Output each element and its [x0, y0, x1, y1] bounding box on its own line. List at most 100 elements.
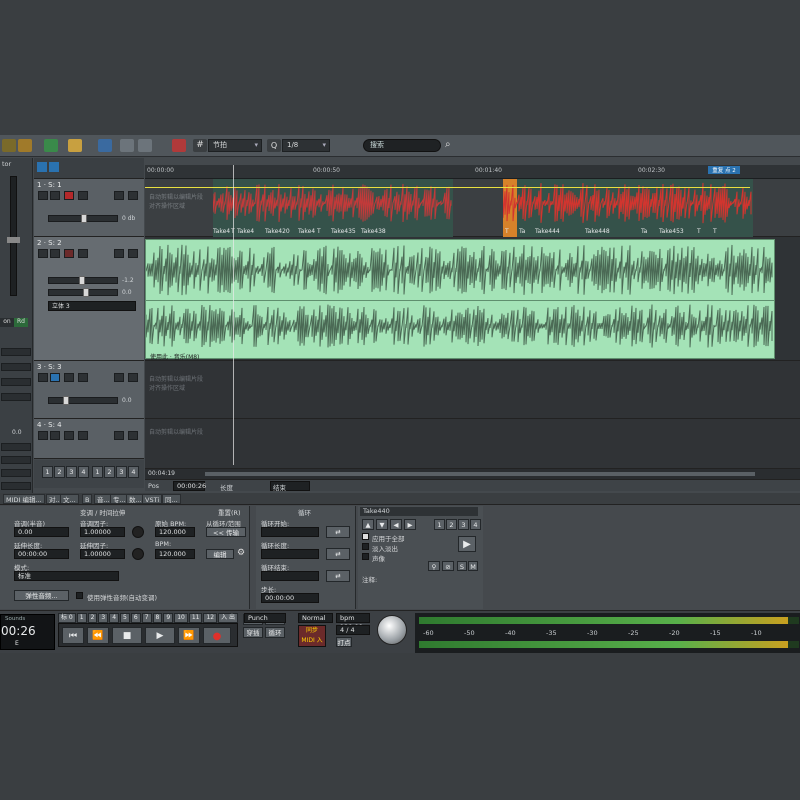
- rewind-icon[interactable]: ⏪: [87, 627, 109, 644]
- marker-button[interactable]: 4: [109, 613, 120, 623]
- settings-gear-icon[interactable]: [128, 249, 138, 258]
- bpm-field[interactable]: 120.000: [155, 549, 195, 559]
- mute-button[interactable]: [38, 191, 48, 200]
- inspector-slot[interactable]: [1, 378, 31, 386]
- take-number-button[interactable]: 2: [446, 519, 457, 530]
- fader-knob[interactable]: [79, 276, 85, 285]
- tap-button[interactable]: 打点: [336, 637, 352, 647]
- fx-button[interactable]: [114, 431, 124, 440]
- marker-button[interactable]: 12: [203, 613, 218, 623]
- track-lane-3[interactable]: 自动剪辑以编辑片段 对齐操作区域: [145, 361, 800, 419]
- settings-gear-icon[interactable]: [128, 191, 138, 200]
- take-label[interactable]: T: [317, 228, 321, 235]
- step-field[interactable]: 00:00:00: [261, 593, 319, 603]
- fx-button[interactable]: [114, 249, 124, 258]
- track-header-2[interactable]: 2 · S: 2 -1.2 0.0 立体 3: [34, 237, 144, 361]
- arrow-down-icon[interactable]: ▼: [376, 519, 388, 530]
- record-icon[interactable]: ●: [203, 627, 231, 644]
- fx-button[interactable]: [114, 191, 124, 200]
- solo-button[interactable]: [50, 249, 60, 258]
- delete-icon[interactable]: ⊘: [442, 561, 454, 571]
- arrow-up-icon[interactable]: ▲: [362, 519, 374, 530]
- loop-end-arrow[interactable]: ⇄: [326, 570, 350, 582]
- pitch-field[interactable]: 0.00: [14, 527, 69, 537]
- arrow-right-icon[interactable]: ▶: [404, 519, 416, 530]
- marker-button[interactable]: 11: [188, 613, 203, 623]
- tab[interactable]: B: [82, 494, 93, 504]
- volume-fader[interactable]: [48, 276, 118, 285]
- audio-clip-music[interactable]: 使用此 · 音乐(M8): [145, 239, 775, 361]
- input-monitor-button[interactable]: [78, 373, 88, 382]
- record-button[interactable]: [64, 431, 74, 440]
- transfer-button[interactable]: << 传输: [206, 527, 246, 537]
- take-label[interactable]: Ta: [519, 228, 525, 235]
- horizontal-scroll[interactable]: 00:04:19: [145, 469, 800, 479]
- marker-button[interactable]: 10: [174, 613, 188, 623]
- take-label[interactable]: Take4: [298, 228, 315, 235]
- marker-button[interactable]: 9: [163, 613, 174, 623]
- select-tool-icon[interactable]: [44, 139, 58, 152]
- marker-button[interactable]: 入 出: [218, 613, 239, 623]
- loop-marker[interactable]: 重复 点 2: [708, 166, 740, 174]
- marker-button[interactable]: 2: [87, 613, 98, 623]
- input-monitor-button[interactable]: [78, 249, 88, 258]
- rewind-start-icon[interactable]: ⏮: [62, 627, 84, 644]
- play-mode-dropdown[interactable]: Normal: [298, 613, 333, 623]
- input-monitor-button[interactable]: [78, 191, 88, 200]
- take-label[interactable]: T: [697, 228, 701, 235]
- stretch-length-field[interactable]: 00:00:00: [14, 549, 69, 559]
- marker-button[interactable]: 标 0: [58, 613, 76, 623]
- fader-knob[interactable]: [81, 214, 87, 223]
- mono-button[interactable]: on: [0, 318, 14, 327]
- inspector-slot[interactable]: [1, 482, 31, 490]
- solo-button[interactable]: [50, 431, 60, 440]
- track-header-1[interactable]: 1 · S: 1 0 db: [34, 179, 144, 237]
- pos-field[interactable]: 00:00:26: [173, 481, 206, 491]
- track-lane-4[interactable]: 自动剪辑以编辑片段: [145, 419, 800, 469]
- marker-button[interactable]: 5: [120, 613, 130, 623]
- take-label[interactable]: Take435: [331, 228, 356, 235]
- orig-bpm-field[interactable]: 120.000: [155, 527, 195, 537]
- group-button[interactable]: 1: [92, 466, 103, 478]
- grid-icon[interactable]: #: [193, 139, 207, 152]
- group-button[interactable]: 2: [54, 466, 65, 478]
- volume-fader[interactable]: [48, 214, 118, 223]
- group-button[interactable]: 1: [42, 466, 53, 478]
- stop-icon[interactable]: ■: [112, 627, 142, 644]
- marker-button[interactable]: 7: [141, 613, 152, 623]
- read-button[interactable]: Rd: [14, 318, 28, 327]
- tab-vsti[interactable]: VSTi: [142, 494, 163, 504]
- fader-knob[interactable]: [63, 396, 69, 405]
- output-dropdown[interactable]: 立体 3: [48, 301, 136, 311]
- take-label[interactable]: Take448: [585, 228, 610, 235]
- edit-tool-icon[interactable]: [68, 139, 82, 152]
- track-header-4[interactable]: 4 · S: 4: [34, 419, 144, 459]
- loop-start-field[interactable]: [261, 527, 319, 537]
- loop-length-arrow[interactable]: ⇄: [326, 548, 350, 560]
- take-label[interactable]: Take438: [361, 228, 386, 235]
- record-arm-icon[interactable]: [172, 139, 186, 152]
- tab-midi-edit[interactable]: MIDI 编辑...: [3, 494, 45, 504]
- snap-dropdown[interactable]: 节拍: [208, 139, 262, 152]
- undo-icon[interactable]: [120, 139, 134, 152]
- tab[interactable]: 文...: [60, 494, 79, 504]
- quantize-icon[interactable]: Q: [267, 139, 281, 152]
- sync-midi-indicator[interactable]: 同步 MIDI 入: [298, 625, 326, 647]
- group-button[interactable]: 3: [66, 466, 77, 478]
- mute-button[interactable]: [38, 431, 48, 440]
- marker-button[interactable]: 1: [76, 613, 87, 623]
- group-button[interactable]: 4: [128, 466, 139, 478]
- search-input[interactable]: 搜索: [363, 139, 441, 152]
- solo-button[interactable]: [50, 373, 60, 382]
- inspector-slot[interactable]: [1, 443, 31, 451]
- pitch-factor-field[interactable]: 1.00000: [80, 527, 125, 537]
- search-icon[interactable]: ⌕: [445, 139, 457, 151]
- record-button[interactable]: [64, 191, 74, 200]
- track-view-icon[interactable]: [37, 162, 47, 172]
- tab[interactable]: 同...: [162, 494, 181, 504]
- solo-button[interactable]: [50, 191, 60, 200]
- marker-button[interactable]: 8: [152, 613, 163, 623]
- redo-icon[interactable]: [138, 139, 152, 152]
- punch-dropdown[interactable]: Punch: [244, 613, 286, 623]
- mute-button[interactable]: [38, 373, 48, 382]
